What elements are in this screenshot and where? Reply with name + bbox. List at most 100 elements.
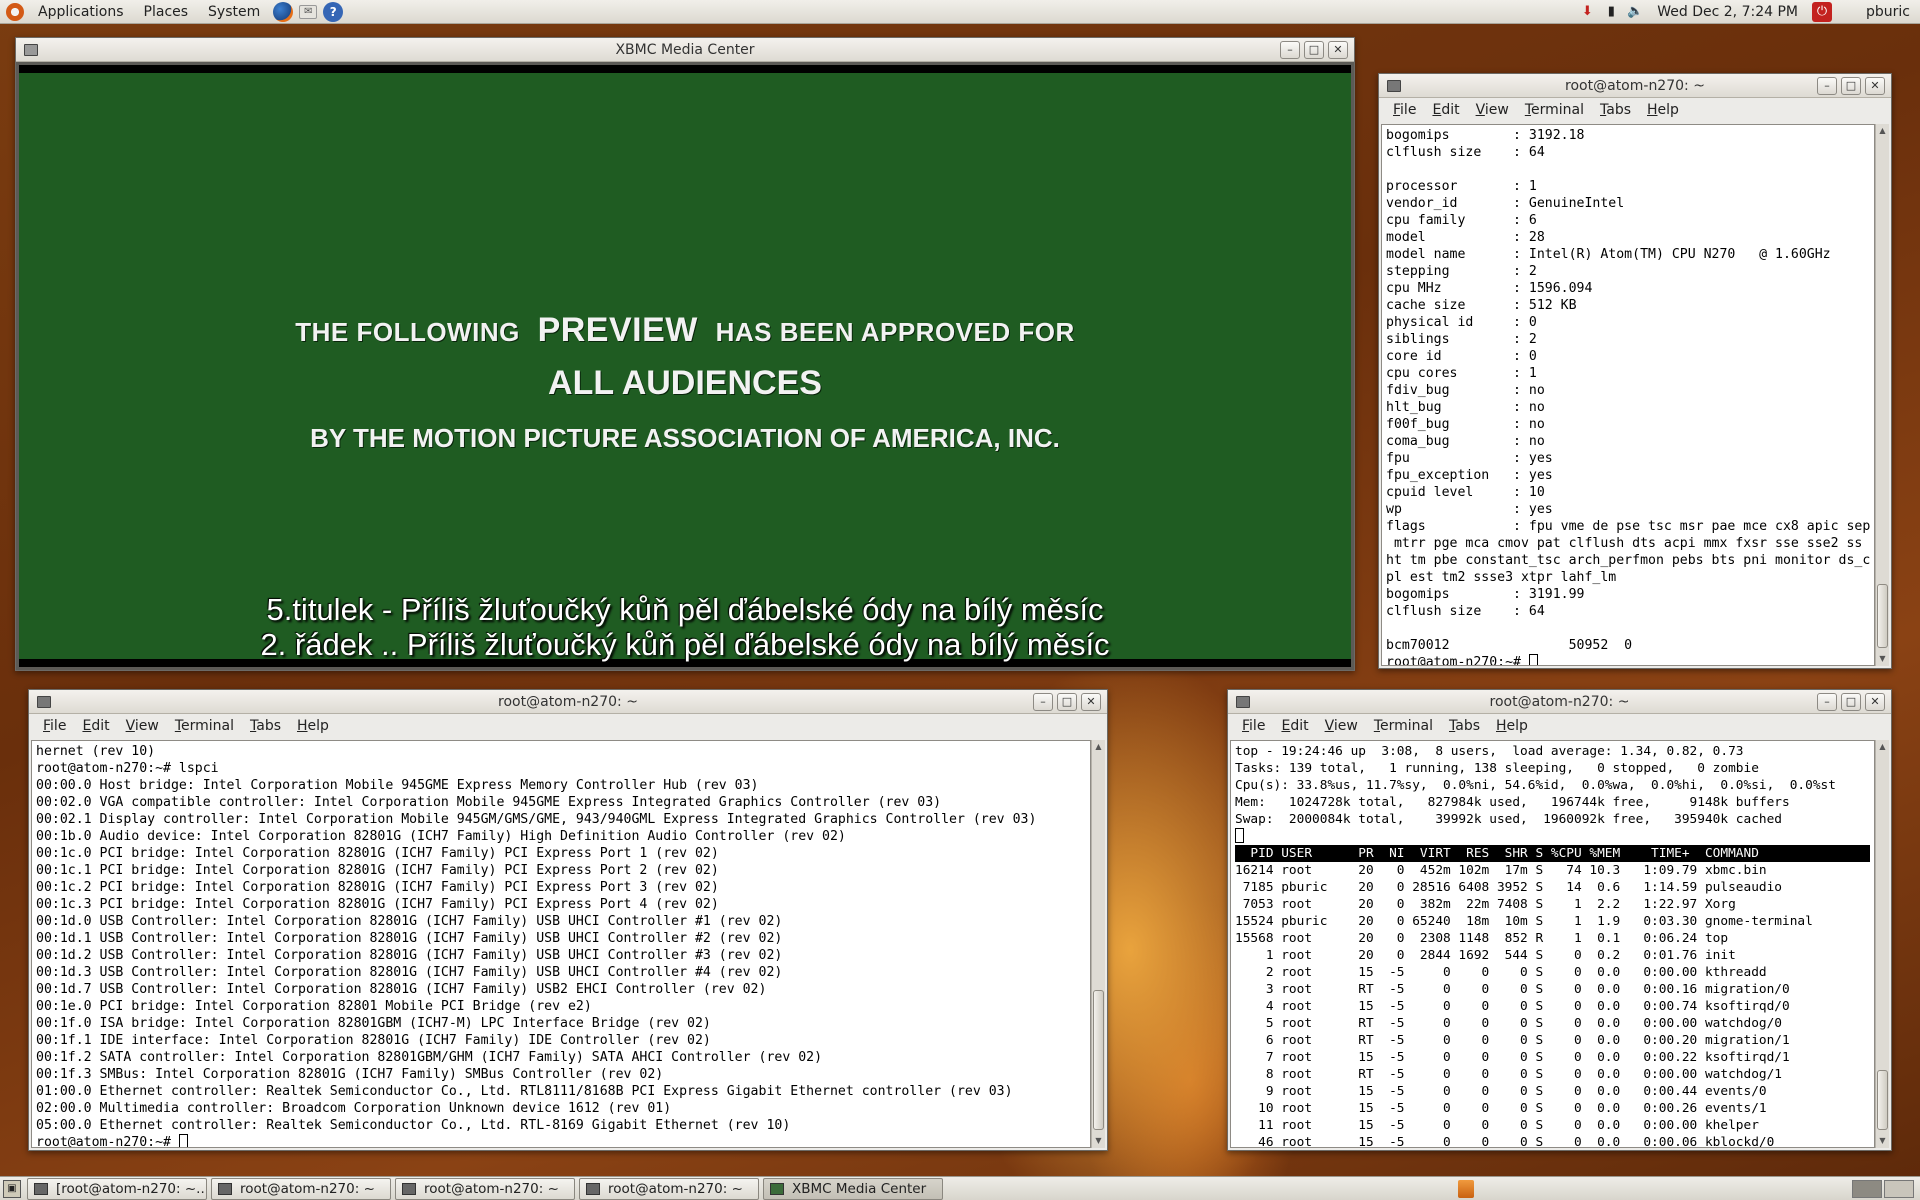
output-line: fpu : yes bbox=[1386, 451, 1553, 466]
top-summary-line: Swap: 2000084k total, 39992k used, 19600… bbox=[1235, 812, 1783, 827]
scroll-down-icon[interactable]: ▼ bbox=[1092, 1134, 1105, 1148]
close-button[interactable]: ✕ bbox=[1328, 40, 1348, 59]
taskbar-button[interactable]: [root@atom-n270: ~... bbox=[27, 1177, 207, 1200]
scroll-down-icon[interactable]: ▼ bbox=[1876, 652, 1889, 666]
scroll-up-icon[interactable]: ▲ bbox=[1092, 740, 1105, 754]
scrollbar-thumb[interactable] bbox=[1877, 1070, 1888, 1130]
window-menu-icon[interactable] bbox=[24, 43, 38, 56]
battery-icon[interactable]: ▮ bbox=[1603, 4, 1619, 20]
process-row: 46 root 15 -5 0 0 0 S 0 0.0 0:00.06 kblo… bbox=[1235, 1135, 1775, 1148]
menu-terminal[interactable]: Terminal bbox=[167, 718, 242, 734]
taskbar-button[interactable]: root@atom-n270: ~ bbox=[579, 1177, 759, 1200]
output-line: 00:1f.2 SATA controller: Intel Corporati… bbox=[36, 1050, 823, 1065]
scrollbar[interactable]: ▲ ▼ bbox=[1091, 740, 1105, 1148]
menu-terminal[interactable]: Terminal bbox=[1366, 718, 1441, 734]
scroll-up-icon[interactable]: ▲ bbox=[1876, 124, 1889, 138]
menu-file[interactable]: File bbox=[35, 718, 74, 734]
volume-icon[interactable]: 🔈 bbox=[1627, 4, 1643, 20]
terminal-output[interactable]: bogomips : 3192.18 clflush size : 64 proc… bbox=[1381, 124, 1875, 666]
menu-view[interactable]: View bbox=[1317, 718, 1366, 734]
menu-edit[interactable]: Edit bbox=[1424, 102, 1467, 118]
mpaa-line-1-post: HAS BEEN APPROVED FOR bbox=[715, 317, 1075, 347]
minimize-button[interactable]: – bbox=[1280, 40, 1300, 59]
workspace-2[interactable] bbox=[1884, 1179, 1914, 1198]
bottom-panel: ▣ [root@atom-n270: ~... root@atom-n270: … bbox=[0, 1176, 1920, 1200]
minimize-button[interactable]: – bbox=[1817, 692, 1837, 711]
menu-help[interactable]: Help bbox=[1488, 718, 1536, 734]
terminal-icon[interactable] bbox=[1387, 79, 1401, 92]
help-icon[interactable]: ? bbox=[323, 1, 344, 22]
scrollbar[interactable]: ▲ ▼ bbox=[1875, 740, 1889, 1148]
close-button[interactable]: ✕ bbox=[1865, 76, 1885, 95]
network-icon[interactable]: ⬇ bbox=[1579, 4, 1595, 20]
minimize-button[interactable]: – bbox=[1817, 76, 1837, 95]
workspace-1[interactable] bbox=[1852, 1179, 1882, 1198]
scroll-down-icon[interactable]: ▼ bbox=[1876, 1134, 1889, 1148]
maximize-button[interactable]: □ bbox=[1841, 76, 1861, 95]
menu-help[interactable]: Help bbox=[1639, 102, 1687, 118]
scrollbar[interactable]: ▲ ▼ bbox=[1875, 124, 1889, 666]
process-row: 15524 pburic 20 0 65240 18m 10m S 1 1.9 … bbox=[1235, 914, 1813, 929]
xbmc-screen[interactable]: THE FOLLOWING PREVIEW HAS BEEN APPROVED … bbox=[19, 65, 1351, 667]
terminal-titlebar[interactable]: root@atom-n270: ~ – □ ✕ bbox=[29, 690, 1107, 714]
menu-tabs[interactable]: Tabs bbox=[1441, 718, 1488, 734]
process-row: 7053 root 20 0 382m 22m 7408 S 1 2.2 1:2… bbox=[1235, 897, 1736, 912]
text-cursor bbox=[1235, 828, 1244, 843]
xbmc-titlebar[interactable]: XBMC Media Center – □ ✕ bbox=[16, 38, 1354, 62]
terminal-titlebar[interactable]: root@atom-n270: ~ – □ ✕ bbox=[1379, 74, 1891, 98]
taskbar-button-xbmc[interactable]: XBMC Media Center bbox=[763, 1177, 943, 1200]
maximize-button[interactable]: □ bbox=[1841, 692, 1861, 711]
input-line bbox=[1235, 828, 1870, 845]
trash-icon[interactable] bbox=[1458, 1179, 1474, 1198]
maximize-button[interactable]: □ bbox=[1057, 692, 1077, 711]
menu-file[interactable]: File bbox=[1385, 102, 1424, 118]
show-desktop-icon[interactable]: ▣ bbox=[3, 1179, 21, 1198]
terminal-icon[interactable] bbox=[1236, 695, 1250, 708]
mail-icon[interactable]: ✉ bbox=[299, 4, 318, 19]
menu-file[interactable]: File bbox=[1234, 718, 1273, 734]
terminal-icon[interactable] bbox=[37, 695, 51, 708]
output-line: 02:00.0 Multimedia controller: Broadcom … bbox=[36, 1101, 672, 1116]
user-name[interactable]: pburic bbox=[1840, 4, 1920, 20]
menu-help[interactable]: Help bbox=[289, 718, 337, 734]
menu-tabs[interactable]: Tabs bbox=[242, 718, 289, 734]
system-menu[interactable]: System bbox=[198, 4, 270, 20]
output-line: core id : 0 bbox=[1386, 349, 1537, 364]
menu-edit[interactable]: Edit bbox=[74, 718, 117, 734]
firefox-icon[interactable] bbox=[273, 1, 294, 22]
menu-edit[interactable]: Edit bbox=[1273, 718, 1316, 734]
places-menu[interactable]: Places bbox=[134, 4, 199, 20]
close-button[interactable]: ✕ bbox=[1865, 692, 1885, 711]
maximize-button[interactable]: □ bbox=[1304, 40, 1324, 59]
output-line: 00:1c.0 PCI bridge: Intel Corporation 82… bbox=[36, 846, 719, 861]
terminal-menubar: File Edit View Terminal Tabs Help bbox=[1228, 714, 1891, 738]
terminal-output[interactable]: hernet (rev 10) root@atom-n270:~# lspci 00… bbox=[31, 740, 1091, 1148]
close-button[interactable]: ✕ bbox=[1081, 692, 1101, 711]
applications-menu[interactable]: Applications bbox=[28, 4, 134, 20]
terminal-output[interactable]: top - 19:24:46 up 3:08, 8 users, load av… bbox=[1230, 740, 1875, 1148]
scrollbar-thumb[interactable] bbox=[1093, 990, 1104, 1130]
menu-view[interactable]: View bbox=[1468, 102, 1517, 118]
output-line: cpu MHz : 1596.094 bbox=[1386, 281, 1593, 296]
minimize-button[interactable]: – bbox=[1033, 692, 1053, 711]
output-line: 00:1c.3 PCI bridge: Intel Corporation 82… bbox=[36, 897, 719, 912]
output-line: clflush size : 64 bbox=[1386, 604, 1545, 619]
clock[interactable]: Wed Dec 2, 7:24 PM bbox=[1651, 4, 1804, 20]
taskbar-button[interactable]: root@atom-n270: ~ bbox=[395, 1177, 575, 1200]
terminal-titlebar[interactable]: root@atom-n270: ~ – □ ✕ bbox=[1228, 690, 1891, 714]
taskbar-button[interactable]: root@atom-n270: ~ bbox=[211, 1177, 391, 1200]
scrollbar-thumb[interactable] bbox=[1877, 584, 1888, 648]
scroll-up-icon[interactable]: ▲ bbox=[1876, 740, 1889, 754]
power-icon[interactable]: ⏻ bbox=[1812, 1, 1832, 22]
output-line: 00:1b.0 Audio device: Intel Corporation … bbox=[36, 829, 846, 844]
menu-terminal[interactable]: Terminal bbox=[1517, 102, 1592, 118]
menu-view[interactable]: View bbox=[118, 718, 167, 734]
output-line: cpu cores : 1 bbox=[1386, 366, 1537, 381]
task-label: root@atom-n270: ~ bbox=[240, 1180, 375, 1197]
output-line: stepping : 2 bbox=[1386, 264, 1537, 279]
menu-tabs[interactable]: Tabs bbox=[1592, 102, 1639, 118]
ubuntu-logo-icon[interactable] bbox=[6, 2, 24, 21]
process-row: 7 root 15 -5 0 0 0 S 0 0.0 0:00.22 ksoft… bbox=[1235, 1050, 1790, 1065]
output-line: 01:00.0 Ethernet controller: Realtek Sem… bbox=[36, 1084, 1013, 1099]
process-row: 3 root RT -5 0 0 0 S 0 0.0 0:00.16 migra… bbox=[1235, 982, 1790, 997]
